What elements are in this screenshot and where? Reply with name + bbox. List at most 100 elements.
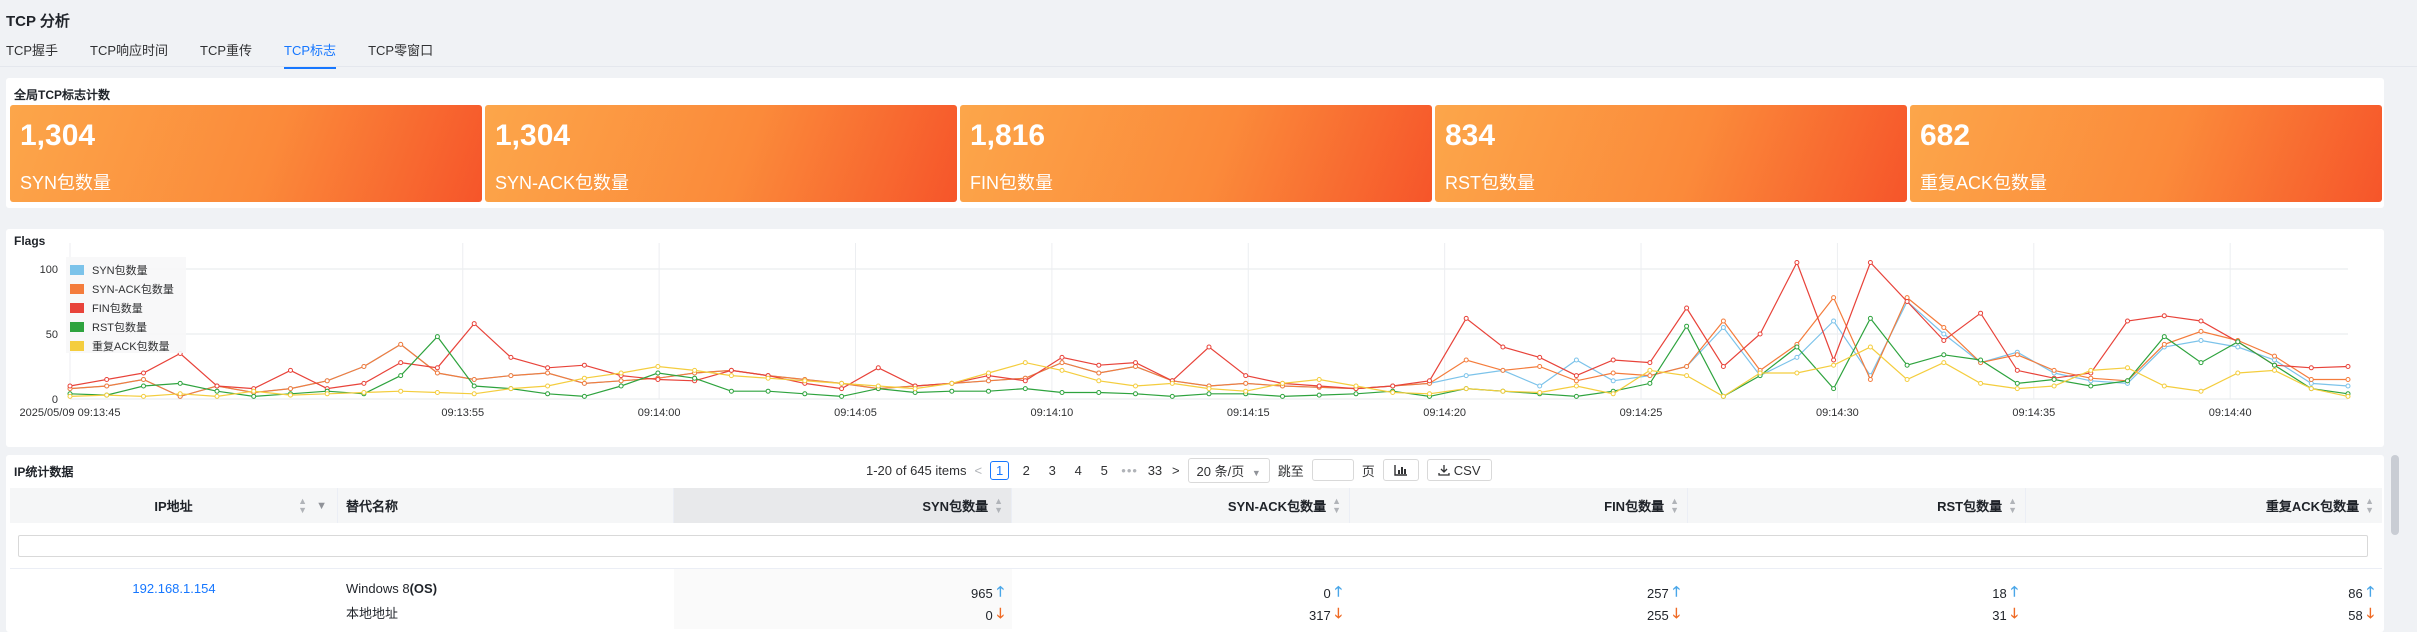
data-point [2308,377,2314,382]
page-3-button[interactable]: 3 [1043,463,1061,478]
jump-page-input[interactable] [1311,459,1354,481]
data-point [618,383,624,389]
tab-tcp-flags[interactable]: TCP标志 [284,40,337,69]
column-header-syn-ack[interactable]: SYN-ACK包数量 ▲ ▼ [1012,488,1350,523]
data-point [2014,367,2020,373]
next-page-button[interactable]: > [1172,463,1180,478]
data-point [1978,310,1984,316]
sort-icon[interactable]: ▲ ▼ [298,496,307,515]
sort-icon[interactable]: ▲ ▼ [2008,496,2017,515]
stat-card-value: 1,816 [970,119,1046,152]
data-point [1059,360,1065,366]
data-point [1463,373,1469,379]
alias-os-name: Windows 8 [346,581,410,596]
column-header-fin[interactable]: FIN包数量 ▲ ▼ [1350,488,1688,523]
data-point [1867,315,1873,321]
data-point [1059,354,1065,360]
arrow-down-icon: 🡓 [2010,605,2018,621]
data-point [728,388,734,394]
data-point [1831,386,1837,392]
sort-desc-icon[interactable]: ▲ ▼ [994,496,1003,515]
sort-icon[interactable]: ▲ ▼ [1332,496,1341,515]
page-ellipsis[interactable]: ••• [1121,463,1138,478]
column-header-dup-ack[interactable]: 重复ACK包数量 ▲ ▼ [2026,488,2382,523]
page-2-button[interactable]: 2 [1017,463,1035,478]
data-point [508,354,514,360]
scrollbar-thumb[interactable] [2391,455,2399,535]
fin-in: 255 🡓 [1647,603,1680,627]
filter-icon[interactable]: ▼ [316,500,327,512]
column-header-alias[interactable]: 替代名称 [338,488,674,523]
rst-in: 31 🡓 [1992,603,2018,627]
pagination: 1-20 of 645 items < 1 2 3 4 5 ••• 33 > 2… [866,457,1500,483]
tab-tcp-handshake[interactable]: TCP握手 [6,40,58,69]
data-point [508,373,514,379]
data-point [1867,344,1873,350]
data-point [2272,362,2277,368]
chart-toggle-button[interactable] [1382,459,1419,481]
column-header-syn[interactable]: SYN包数量 ▲ ▼ [674,488,1012,523]
data-point [1647,380,1653,386]
table-filter-input[interactable] [18,535,2368,557]
value: 257 [1647,585,1669,601]
data-point [2088,367,2094,373]
column-header-ip[interactable]: IP地址 ▲ ▼ ▼ [10,488,338,523]
data-point [288,392,293,398]
x-tick-label: 09:14:40 [2209,407,2252,419]
data-point [1978,357,1984,363]
prev-page-button[interactable]: < [974,463,982,478]
page-size-select[interactable]: 20 条/页 ▼ [1187,457,1270,483]
column-header-rst[interactable]: RST包数量 ▲ ▼ [1688,488,2026,523]
data-point [324,391,330,397]
data-point [1831,295,1837,301]
data-point [361,390,367,395]
data-point [1794,370,1800,376]
data-point [361,364,367,369]
data-point [581,380,587,386]
data-point [1684,373,1690,379]
ip-link[interactable]: 192.168.1.154 [10,581,338,596]
data-point [288,367,293,373]
y-tick-label: 50 [46,329,58,341]
data-point [1096,370,1102,376]
value: 18 [1992,585,2007,601]
tab-tcp-response-time[interactable]: TCP响应时间 [90,40,168,69]
data-point [1206,386,1212,392]
data-point [1757,370,1763,376]
data-point [104,377,110,382]
table-row[interactable]: 192.168.1.154 Windows 8(OS) 本地地址 965 🡑 0 🡓… [10,568,2382,629]
data-point [1573,373,1579,379]
data-point [949,388,955,394]
sort-icon[interactable]: ▲ ▼ [1670,496,1679,515]
legend-swatch [70,284,84,294]
cell-syn-ack: 0 🡑 317 🡓 [1012,569,1350,629]
dup-ack-in: 58 🡓 [2348,603,2374,627]
data-point [2088,375,2094,381]
page-1-button[interactable]: 1 [990,460,1010,480]
data-point [1316,392,1322,398]
data-point [581,362,587,368]
data-point [692,367,698,373]
column-label: 替代名称 [346,499,399,514]
tab-tcp-retransmission[interactable]: TCP重传 [200,40,252,69]
data-point [1243,380,1249,386]
csv-export-button[interactable]: CSV [1426,459,1492,481]
data-point [2198,328,2204,334]
data-point [2198,388,2204,394]
data-point [398,360,404,366]
page-4-button[interactable]: 4 [1069,463,1087,478]
flags-chart[interactable]: Flags 0 50 100 2025/05/09 09:13:45 09:13:55 09… [6,229,2384,447]
page-5-button[interactable]: 5 [1095,463,1113,478]
stat-card-value: 682 [1920,119,1971,152]
page-scrollbar[interactable] [2390,78,2400,632]
page-last-button[interactable]: 33 [1146,463,1164,478]
data-point [2125,318,2130,324]
legend-swatch [70,341,84,351]
data-point [2235,339,2241,345]
data-point [2345,364,2351,369]
column-label: RST包数量 [1937,499,2003,514]
data-point [1096,390,1102,395]
data-point [1720,318,1726,324]
tab-tcp-zero-window[interactable]: TCP零窗口 [368,40,433,69]
sort-icon[interactable]: ▲ ▼ [2365,496,2374,515]
